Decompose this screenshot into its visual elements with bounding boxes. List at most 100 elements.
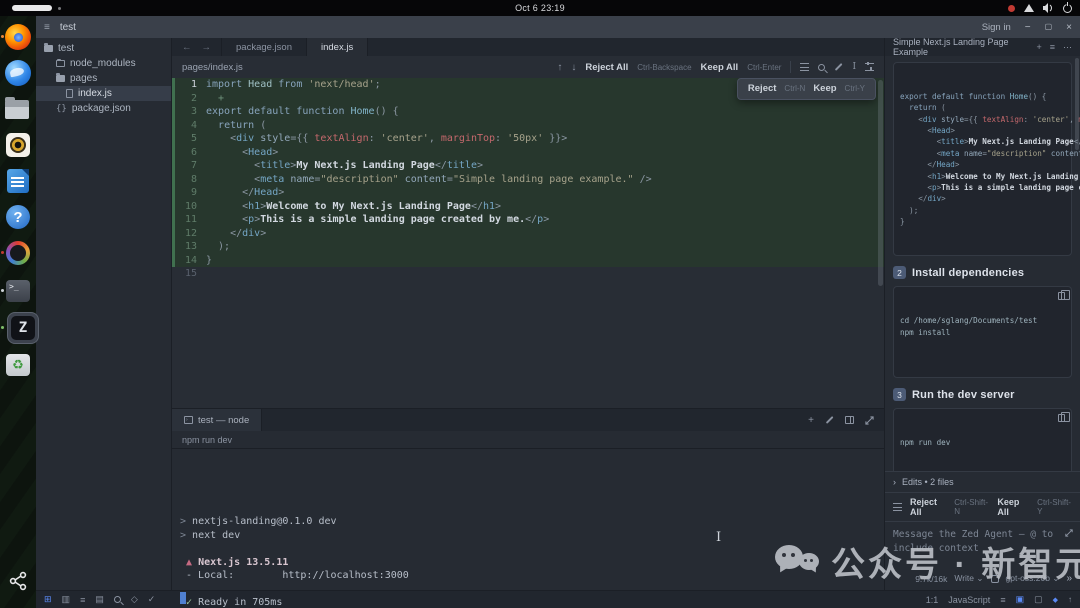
terminal-toggle-icon[interactable]: ▣ — [1016, 594, 1025, 605]
copy-icon[interactable] — [1058, 414, 1065, 422]
network-icon[interactable] — [1024, 4, 1034, 12]
review-list-icon[interactable] — [800, 63, 809, 71]
diff-added-block: 1234567891011121314 import Head from 'ne… — [172, 78, 884, 267]
keep-all-shortcut: Ctrl-Enter — [747, 63, 781, 72]
folder-open-icon — [44, 45, 53, 52]
power-icon[interactable] — [1063, 4, 1072, 13]
install-code-block[interactable]: cd /home/sglang/Documents/testnpm instal… — [893, 286, 1072, 378]
search-toggle-icon[interactable] — [114, 596, 121, 603]
dock-thunderbird-icon[interactable] — [5, 60, 31, 86]
checks-icon[interactable]: ✓ — [148, 594, 156, 605]
panel-scrollbar[interactable] — [1075, 58, 1079, 150]
terminal-task-label[interactable]: npm run dev — [172, 431, 884, 449]
dock-software-center-icon[interactable] — [5, 240, 31, 266]
dock-terminal-icon[interactable]: >_ — [5, 278, 31, 304]
copilot-icon[interactable]: ◆ — [1053, 596, 1058, 604]
app-menu-icon[interactable]: ≡ — [44, 22, 50, 33]
thread-history-icon[interactable]: ≡ — [1050, 42, 1055, 53]
show-apps-icon[interactable] — [8, 571, 28, 596]
language-selector[interactable]: JavaScript — [948, 595, 990, 605]
dock-help-icon[interactable]: ? — [5, 204, 31, 230]
dock-trash-icon[interactable]: ♻ — [5, 352, 31, 378]
tree-item-root[interactable]: test — [36, 41, 171, 56]
project-panel-toggle-icon[interactable]: ⊞ — [44, 594, 52, 605]
collab-panel-toggle-icon[interactable]: ≡ — [80, 595, 85, 605]
tree-label: pages — [70, 73, 97, 84]
tree-label: index.js — [78, 88, 112, 99]
system-tray[interactable] — [1008, 0, 1072, 16]
panel-reject-all-shortcut: Ctrl-Shift-N — [954, 498, 989, 516]
new-thread-icon[interactable]: + — [1036, 42, 1041, 53]
restore-button[interactable]: ▢ — [1045, 22, 1053, 33]
close-button[interactable]: × — [1066, 22, 1072, 33]
wechat-logo-icon — [775, 543, 819, 581]
code-lines[interactable]: import Head from 'next/head'; +export de… — [206, 78, 884, 267]
tree-label: node_modules — [70, 58, 136, 69]
clock[interactable]: Oct 6 23:19 — [0, 3, 1080, 13]
nav-forward-icon[interactable]: → — [202, 42, 212, 53]
tree-item-pages[interactable]: pages — [36, 71, 171, 86]
reject-shortcut: Ctrl-N — [784, 82, 805, 96]
volume-icon[interactable] — [1043, 3, 1054, 13]
tree-item-package-json[interactable]: {}package.json — [36, 101, 171, 116]
hunk-review-popover: Reject Ctrl-N Keep Ctrl-Y — [737, 78, 876, 100]
dock-libreoffice-writer-icon[interactable] — [5, 168, 31, 194]
dock-rhythmbox-icon[interactable] — [5, 132, 31, 158]
step-3-heading: 3 Run the dev server — [893, 388, 1072, 401]
minimize-button[interactable]: − — [1025, 22, 1031, 33]
notifications-icon[interactable]: ↑ — [1068, 595, 1072, 604]
step-2-heading: 2 Install dependencies — [893, 266, 1072, 279]
assistant-toggle-icon[interactable]: ▢ — [1034, 594, 1043, 605]
new-terminal-icon[interactable]: + — [808, 415, 814, 426]
prev-hunk-icon[interactable]: ↑ — [557, 62, 562, 73]
git-panel-toggle-icon[interactable]: ▤ — [95, 594, 104, 605]
search-icon[interactable] — [818, 64, 825, 71]
tab-package-json[interactable]: package.json — [222, 38, 307, 56]
assistant-code-block[interactable]: export default function Home() { return … — [893, 62, 1072, 256]
edits-summary-bar[interactable]: › Edits • 2 files — [885, 471, 1080, 492]
panel-keep-all-button[interactable]: Keep All — [997, 497, 1029, 517]
terminal-edit-icon[interactable] — [825, 419, 834, 421]
thread-title[interactable]: Simple Next.js Landing Page Example — [893, 37, 1036, 57]
code-editor[interactable]: 1234567891011121314 import Head from 'ne… — [172, 78, 884, 408]
diagnostics-icon[interactable]: ◇ — [131, 594, 138, 605]
dock-files-icon[interactable] — [5, 96, 31, 122]
edit-icon[interactable] — [834, 66, 843, 68]
sign-in-button[interactable]: Sign in — [982, 22, 1011, 33]
keep-all-button[interactable]: Keep All — [701, 62, 739, 73]
editor-pane: ← → package.json index.js pages/index.js… — [172, 38, 884, 590]
format-icon[interactable]: ≡ — [1000, 595, 1005, 605]
zed-window: ≡ test Sign in − ▢ × test node_modules p… — [36, 16, 1080, 608]
expand-composer-icon[interactable] — [1065, 529, 1073, 537]
panel-more-icon[interactable]: ⋯ — [1063, 42, 1072, 53]
tree-item-index-js[interactable]: index.js — [36, 86, 171, 101]
copy-icon[interactable] — [1058, 292, 1065, 300]
keep-button[interactable]: Keep — [813, 82, 836, 96]
next-hunk-icon[interactable]: ↓ — [571, 62, 576, 73]
dock-zed-icon[interactable]: Z — [5, 312, 31, 338]
tree-item-node-modules[interactable]: node_modules — [36, 56, 171, 71]
chevron-right-icon: › — [893, 477, 896, 487]
dock: ? >_ Z ♻ — [0, 16, 36, 608]
review-list-icon[interactable] — [893, 503, 902, 511]
terminal-cursor — [180, 592, 186, 604]
reject-button[interactable]: Reject — [748, 82, 777, 96]
panel-reject-all-button[interactable]: Reject All — [910, 497, 946, 517]
maximize-terminal-icon[interactable] — [865, 416, 874, 425]
nav-back-icon[interactable]: ← — [182, 42, 192, 53]
filter-icon[interactable] — [865, 63, 874, 71]
editor-scrollbar[interactable] — [878, 80, 883, 286]
terminal-tab[interactable]: › test — node — [172, 409, 262, 431]
step-2-badge: 2 — [893, 266, 906, 279]
dock-firefox-icon[interactable] — [5, 24, 31, 50]
desktop: Oct 6 23:19 ? >_ Z ♻ ≡ test — [0, 0, 1080, 608]
window-title[interactable]: test — [60, 22, 76, 33]
run-dev-code-block[interactable]: npm run dev — [893, 408, 1072, 471]
split-pane-icon[interactable] — [845, 416, 854, 424]
reject-all-button[interactable]: Reject All — [585, 62, 628, 73]
outline-panel-toggle-icon[interactable]: ▥ — [62, 594, 71, 605]
breadcrumb[interactable]: pages/index.js — [182, 62, 243, 73]
tab-index-js[interactable]: index.js — [307, 38, 368, 56]
selection-icon[interactable]: I — [852, 62, 856, 72]
cursor-position[interactable]: 1:1 — [926, 595, 939, 605]
